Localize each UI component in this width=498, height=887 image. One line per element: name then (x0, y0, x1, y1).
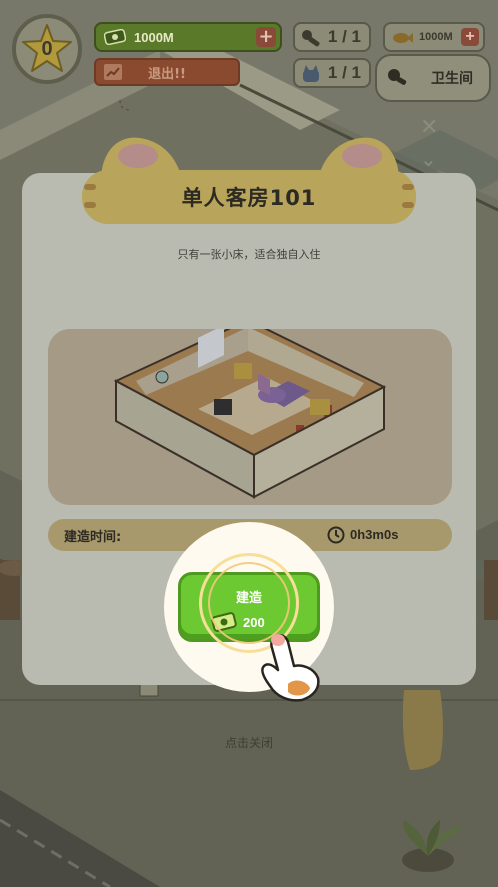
fish-icon (393, 33, 413, 43)
pointing-paw-icon (261, 634, 320, 702)
room-description: 只有一张小床，适合独自入住 (177, 248, 321, 261)
toilet-icon (388, 69, 407, 85)
star-icon: 0 (20, 22, 74, 76)
stripe-decoration (402, 184, 414, 208)
build-time-label: 建造时间: (64, 529, 122, 545)
room-preview (48, 329, 452, 505)
build-time-value: 0h3m0s (350, 527, 399, 542)
cat-icon (303, 65, 319, 82)
gold-bar: 1000M + (383, 22, 485, 52)
svg-text:✕: ✕ (420, 115, 438, 140)
clock-icon (327, 526, 345, 544)
close-hint[interactable]: 点击关闭 (0, 734, 498, 751)
room-illustration (113, 329, 387, 499)
cash-icon (104, 29, 126, 45)
room-name: 卫生间 (431, 71, 473, 87)
add-cash-button[interactable]: + (256, 27, 276, 47)
dialog-title: 单人客房101 (181, 186, 317, 210)
level-badge[interactable]: 0 (12, 14, 82, 84)
exit-button[interactable]: 退出!! (94, 58, 240, 86)
cash-bar: 1000M + (94, 22, 282, 52)
stripe-decoration (84, 184, 96, 208)
level-number: 0 (41, 37, 53, 60)
trend-up-icon (104, 64, 122, 80)
gold-amount: 1000M (419, 31, 453, 43)
title-banner: 单人客房101 (82, 170, 416, 224)
room-count: 1 / 1 (327, 63, 361, 82)
staff-counter[interactable]: 1 / 1 (293, 22, 371, 52)
staff-count: 1 / 1 (327, 27, 361, 46)
exit-label: 退出!! (148, 66, 186, 82)
room-name-tag[interactable]: 卫生间 (375, 54, 491, 102)
wrench-icon (302, 30, 320, 47)
cash-amount: 1000M (134, 29, 174, 45)
svg-text:⌄: ⌄ (420, 147, 437, 171)
add-gold-button[interactable]: + (461, 28, 479, 46)
room-counter[interactable]: 1 / 1 (293, 58, 371, 88)
